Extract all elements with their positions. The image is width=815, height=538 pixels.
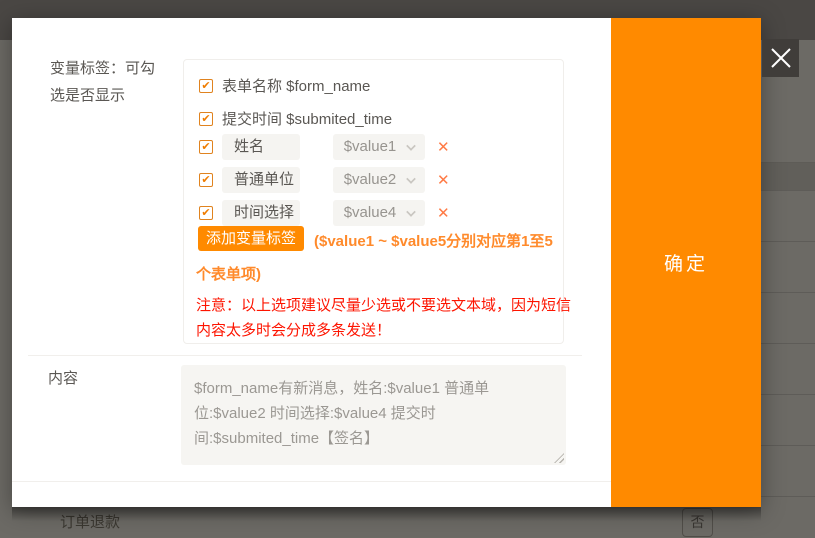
checkbox[interactable]: ✔ [199, 173, 213, 187]
variable-row: ✔ 姓名 $value1 ✕ [199, 134, 450, 160]
warning-text: 注意：以上选项建议尽量少选或不要选文本域，因为短信 内容太多时会分成多条发送！ [196, 293, 571, 343]
field-name-input[interactable]: 姓名 [222, 134, 300, 160]
checkbox-label: 表单名称 $form_name [222, 75, 370, 96]
field-name-input[interactable]: 普通单位 [222, 167, 300, 193]
value-select[interactable]: $value4 [333, 200, 425, 226]
checkbox[interactable]: ✔ [199, 206, 213, 220]
chevron-down-icon [406, 174, 416, 184]
warning-line: 注意：以上选项建议尽量少选或不要选文本域，因为短信 [196, 293, 571, 318]
chevron-down-icon [406, 207, 416, 217]
hint-text: 个表单项) [196, 263, 261, 284]
variable-row: ✔ 普通单位 $value2 ✕ [199, 167, 450, 193]
select-value: $value2 [344, 171, 397, 188]
content-label: 内容 [48, 367, 78, 388]
remove-icon[interactable]: ✕ [437, 138, 450, 156]
checkbox[interactable]: ✔ [199, 140, 213, 154]
value-select[interactable]: $value2 [333, 167, 425, 193]
select-value: $value4 [344, 204, 397, 221]
variable-row: ✔ 时间选择 $value4 ✕ [199, 200, 450, 226]
checkbox[interactable]: ✔ [199, 79, 213, 93]
confirm-button[interactable]: 确定 [611, 18, 761, 507]
background-table-rows [761, 190, 815, 507]
warning-line: 内容太多时会分成多条发送！ [196, 318, 571, 343]
remove-icon[interactable]: ✕ [437, 204, 450, 222]
close-button[interactable] [762, 39, 799, 77]
divider [12, 481, 611, 482]
checkbox-label: 提交时间 $submited_time [222, 108, 392, 129]
select-value: $value1 [344, 138, 397, 155]
value-select[interactable]: $value1 [333, 134, 425, 160]
content-text: $form_name有新消息，姓名:$value1 普通单位:$value2 时… [194, 380, 489, 447]
checkbox-row-form-name: ✔ 表单名称 $form_name [199, 75, 370, 96]
remove-icon[interactable]: ✕ [437, 171, 450, 189]
confirm-button-label: 确定 [664, 249, 708, 276]
hint-text: ($value1 ~ $value5分别对应第1至5 [314, 230, 553, 251]
background-table-header [761, 162, 815, 190]
checkbox-row-submit-time: ✔ 提交时间 $submited_time [199, 108, 392, 129]
section-label: 变量标签：可勾选是否显示 [50, 55, 165, 109]
content-textarea[interactable]: $form_name有新消息，姓名:$value1 普通单位:$value2 时… [181, 365, 566, 465]
variable-label-dialog: 变量标签：可勾选是否显示 ✔ 表单名称 $form_name ✔ 提交时间 $s… [12, 18, 761, 507]
modal-shadow [12, 507, 761, 521]
close-icon [769, 46, 793, 70]
add-variable-label-button[interactable]: 添加变量标签 [198, 226, 304, 251]
field-name-input[interactable]: 时间选择 [222, 200, 300, 226]
checkbox[interactable]: ✔ [199, 112, 213, 126]
resize-grip-icon[interactable] [554, 453, 564, 463]
screen: 订单退款 否 变量标签：可勾选是否显示 ✔ 表单名称 $form_name ✔ … [0, 0, 815, 538]
chevron-down-icon [406, 141, 416, 151]
divider [28, 355, 582, 356]
